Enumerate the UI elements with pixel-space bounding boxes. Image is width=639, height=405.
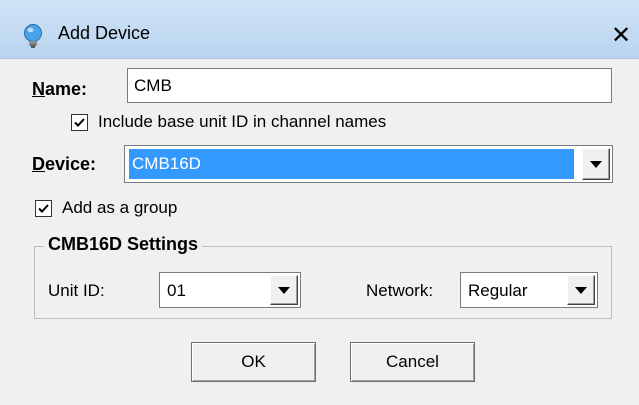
include-base-unit-checkbox[interactable] [71,113,88,131]
device-select[interactable]: CMB16D [124,145,613,183]
window-title: Add Device [58,23,151,43]
unit-id-select[interactable]: 01 [159,272,301,308]
network-dropdown-button[interactable] [567,275,595,305]
close-button[interactable]: ✕ [606,21,636,49]
lightbulb-icon [22,23,44,49]
network-select-value: Regular [468,281,528,300]
check-icon [38,203,49,213]
device-select-value: CMB16D [129,149,574,179]
device-label: Device: [32,154,97,174]
include-base-unit-label: Include base unit ID in channel names [98,112,387,131]
close-icon: ✕ [610,21,632,49]
chevron-down-icon [575,287,587,294]
title-bar[interactable]: Add Device ✕ [0,0,639,59]
network-select[interactable]: Regular [460,272,598,308]
device-dropdown-button[interactable] [582,148,610,180]
check-icon [74,117,85,127]
unit-id-select-value: 01 [167,281,186,300]
name-input[interactable]: CMB [127,68,612,103]
cancel-button[interactable]: Cancel [350,342,475,382]
network-label: Network: [366,281,434,300]
unit-id-label: Unit ID: [48,281,105,300]
name-label: Name: [32,79,88,99]
settings-group-title: CMB16D Settings [44,234,203,255]
unit-id-dropdown-button[interactable] [270,275,298,305]
chevron-down-icon [590,161,602,168]
add-as-group-checkbox-row[interactable]: Add as a group [35,198,177,218]
chevron-down-icon [278,287,290,294]
add-as-group-checkbox[interactable] [35,199,52,217]
include-base-unit-checkbox-row[interactable]: Include base unit ID in channel names [71,112,386,132]
ok-button[interactable]: OK [191,342,316,382]
add-as-group-label: Add as a group [62,198,178,217]
